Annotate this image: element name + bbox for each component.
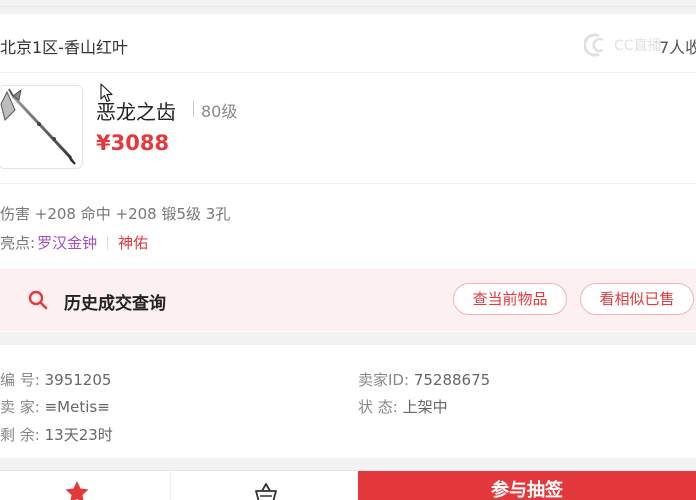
seller-id-label: 卖家ID: xyxy=(358,371,410,389)
cc-logo-icon xyxy=(584,33,604,57)
view-similar-sold-button[interactable]: 看相似已售 xyxy=(580,283,694,315)
item-level: 80级 xyxy=(201,102,238,121)
highlight-tag: 神佑 xyxy=(118,234,149,252)
status-value: 上架中 xyxy=(402,398,448,416)
status-label: 状 态: xyxy=(358,398,398,416)
item-card: 北京1区-香山红叶 7人收 CC直播 恶龙之齿 80级 ¥3088 伤害 +20… xyxy=(0,14,696,332)
details-card: 编 号: 3951205 卖家ID: 75288675 卖 家: ≡Metis≡… xyxy=(0,344,696,458)
favorite-button[interactable] xyxy=(0,471,170,500)
history-query-bar: 历史成交查询 查当前物品 看相似已售 xyxy=(0,269,696,331)
highlights-label: 亮点: xyxy=(0,234,36,252)
search-icon xyxy=(28,290,48,314)
history-title: 历史成交查询 xyxy=(64,294,166,314)
seller-id-value: 75288675 xyxy=(413,371,491,389)
watermark: CC直播 xyxy=(584,32,662,58)
section-divider xyxy=(0,183,696,184)
halberd-icon xyxy=(0,88,76,165)
watermark-text: CC直播 xyxy=(614,38,662,54)
seller-label: 卖 家: xyxy=(0,398,40,416)
item-attributes: 伤害 +208 命中 +208 锻5级 3孔 xyxy=(0,205,231,223)
seller-id-row: 卖家ID: 75288675 xyxy=(358,369,490,390)
server-name: 北京1区-香山红叶 xyxy=(0,38,128,57)
bottom-action-bar: 参与抽签 xyxy=(0,470,696,500)
listing-id-label: 编 号: xyxy=(0,371,40,389)
name-level-divider xyxy=(193,100,194,117)
listing-page: 北京1区-香山红叶 7人收 CC直播 恶龙之齿 80级 ¥3088 伤害 +20… xyxy=(0,0,696,500)
listing-id-value: 3951205 xyxy=(44,371,112,389)
cart-button[interactable] xyxy=(170,471,359,500)
item-price: ¥3088 xyxy=(96,131,170,155)
remaining-value: 13天23时 xyxy=(44,426,113,444)
item-thumbnail[interactable] xyxy=(0,85,83,169)
basket-icon xyxy=(254,482,278,500)
status-row: 状 态: 上架中 xyxy=(358,396,448,417)
server-row: 北京1区-香山红叶 7人收 CC直播 xyxy=(0,14,696,73)
top-strip xyxy=(0,0,696,8)
highlight-tag: 罗汉金钟 xyxy=(37,234,98,252)
highlights-row: 亮点: 罗汉金钟 神佑 xyxy=(0,232,148,253)
remaining-label: 剩 余: xyxy=(0,426,40,444)
item-name: 恶龙之齿 xyxy=(96,100,176,124)
seller-name[interactable]: ≡Metis≡ xyxy=(45,398,110,416)
favorites-count[interactable]: 7人收 xyxy=(659,34,696,58)
highlight-separator xyxy=(107,235,109,250)
star-icon xyxy=(64,480,90,500)
remaining-row: 剩 余: 13天23时 xyxy=(0,424,113,445)
join-lottery-button[interactable]: 参与抽签 xyxy=(358,471,696,500)
seller-row: 卖 家: ≡Metis≡ xyxy=(0,396,110,417)
listing-id-row: 编 号: 3951205 xyxy=(0,369,111,390)
check-current-item-button[interactable]: 查当前物品 xyxy=(453,283,567,315)
